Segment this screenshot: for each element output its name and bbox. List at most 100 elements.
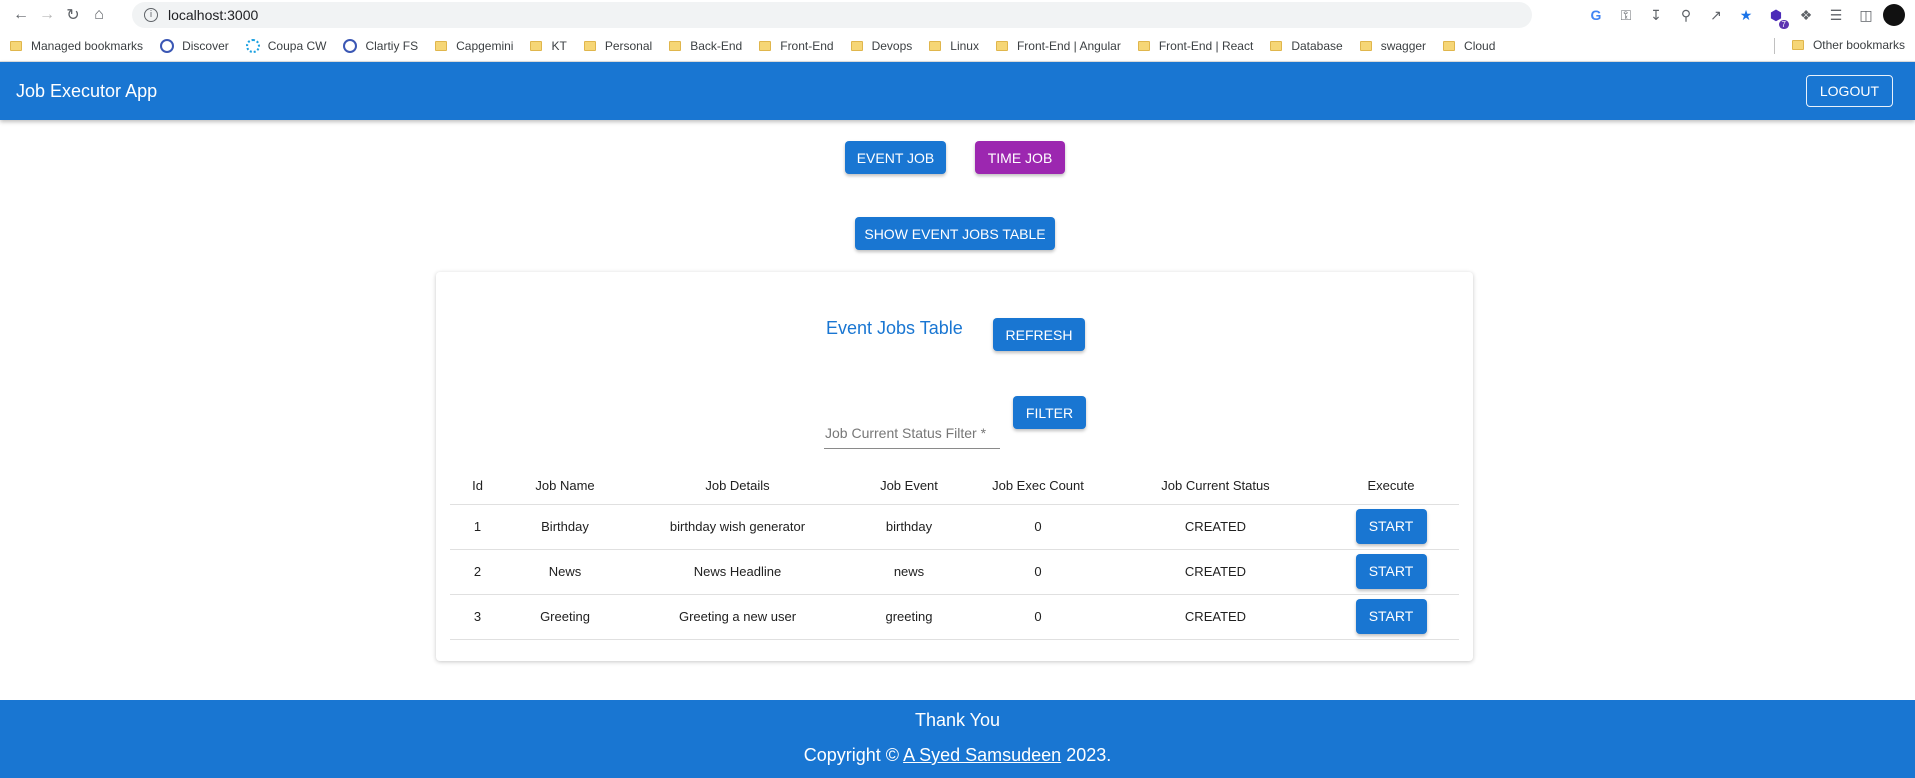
cell-job-details: News Headline	[625, 549, 850, 595]
bookmark-label: Back-End	[690, 38, 743, 53]
footer-thanks: Thank You	[914, 710, 1001, 730]
bookmark-item[interactable]: Cloud	[1443, 39, 1495, 53]
other-bookmarks[interactable]: Other bookmarks	[1791, 38, 1905, 52]
author-link[interactable]: A Syed Samsudeen	[903, 745, 1061, 765]
refresh-button[interactable]: REFRESH	[993, 318, 1085, 351]
bookmark-item[interactable]: Discover	[160, 38, 229, 53]
reading-list-icon[interactable]: ☰	[1825, 4, 1847, 26]
bookmark-item[interactable]: Coupa CW	[245, 38, 326, 53]
app-title: Job Executor App	[16, 80, 158, 101]
folder-icon	[1137, 40, 1150, 51]
bookmark-item[interactable]: Linux	[929, 39, 979, 53]
status-filter-label: Job Current Status Filter *	[825, 425, 987, 441]
cell-job-status: CREATED	[1108, 504, 1323, 550]
install-icon[interactable]: ↧	[1645, 4, 1667, 26]
cell-job-event: birthday	[850, 504, 968, 550]
bookmark-label: Cloud	[1464, 38, 1496, 53]
folder-icon	[1443, 40, 1456, 51]
card-title: Event Jobs Table	[826, 318, 963, 338]
page-footer: Thank You Copyright © A Syed Samsudeen 2…	[0, 700, 1915, 778]
bookmark-item[interactable]: swagger	[1359, 38, 1427, 53]
footer-copyright: Copyright © A Syed Samsudeen 2023.	[0, 745, 1915, 766]
cell-job-name: Greeting	[505, 594, 625, 640]
cell-job-exec-count: 0	[968, 549, 1108, 595]
bookmarks-separator	[1774, 38, 1775, 54]
extension-badge-icon[interactable]: ⬢ 7	[1765, 4, 1789, 29]
url-text: localhost:3000	[168, 7, 259, 23]
bookmark-label: Linux	[950, 38, 979, 53]
other-bookmarks-label: Other bookmarks	[1812, 38, 1905, 52]
cell-execute: START	[1323, 504, 1459, 550]
coupa-icon	[245, 38, 260, 53]
bookmark-label: Managed bookmarks	[31, 38, 144, 53]
start-button[interactable]: START	[1355, 509, 1427, 544]
cell-job-event: greeting	[850, 594, 968, 640]
cell-job-event: news	[850, 549, 968, 595]
bookmark-label: Capgemini	[456, 38, 514, 53]
home-icon[interactable]: ⌂	[86, 2, 112, 28]
folder-icon	[995, 40, 1008, 51]
bookmark-star-icon[interactable]: ★	[1735, 4, 1757, 26]
cell-id: 1	[450, 504, 505, 550]
bookmark-label: swagger	[1380, 38, 1427, 53]
copyright-suffix: 2023.	[1061, 745, 1112, 765]
bookmark-item[interactable]: Front-End | Angular	[995, 39, 1121, 53]
folder-icon	[1791, 40, 1804, 50]
filter-button[interactable]: FILTER	[1013, 396, 1086, 429]
cell-job-name: News	[505, 549, 625, 595]
start-button[interactable]: START	[1355, 599, 1427, 634]
table-row: 3 Greeting Greeting a new user greeting …	[450, 594, 1459, 640]
table-header-row: Id Job Name Job Details Job Event Job Ex…	[450, 468, 1459, 505]
site-info-icon[interactable]: i	[144, 8, 158, 22]
clarity-icon	[343, 38, 358, 53]
bookmark-item[interactable]: Devops	[850, 39, 912, 53]
browser-toolbar: ← → ↻ ⌂ i localhost:3000 G ⚿ ↧ ⚲ ↗ ★ ⬢ 7 …	[0, 0, 1915, 30]
puzzle-icon[interactable]: ❖	[1795, 4, 1817, 26]
bookmark-item[interactable]: Capgemini	[435, 39, 513, 53]
bookmark-item[interactable]: Clartiy FS	[343, 38, 418, 53]
column-header-job-current-status: Job Current Status	[1108, 468, 1323, 505]
google-icon[interactable]: G	[1585, 4, 1607, 26]
bookmark-label: Discover	[182, 38, 229, 53]
folder-icon	[10, 40, 22, 51]
extension-area: G ⚿ ↧ ⚲ ↗ ★ ⬢ 7 ❖ ☰ ◫	[1585, 4, 1877, 29]
bookmark-label: Front-End | React	[1158, 38, 1254, 53]
cell-job-exec-count: 0	[968, 594, 1108, 640]
bookmark-item[interactable]: Managed bookmarks	[10, 39, 143, 53]
key-icon[interactable]: ⚿	[1615, 4, 1637, 26]
bookmark-item[interactable]: Personal	[583, 39, 652, 53]
cell-job-details: Greeting a new user	[625, 594, 850, 640]
logout-button[interactable]: LOGOUT	[1805, 75, 1893, 107]
bookmark-label: Database	[1291, 38, 1343, 53]
table-row: 2 News News Headline news 0 CREATED STAR…	[450, 549, 1459, 595]
table-row: 1 Birthday birthday wish generator birth…	[450, 504, 1459, 550]
zoom-icon[interactable]: ⚲	[1675, 4, 1697, 26]
main-content: EVENT JOB TIME JOB SHOW EVENT JOBS TABLE…	[0, 120, 1915, 696]
back-arrow-icon[interactable]: ←	[8, 2, 34, 28]
bookmark-item[interactable]: Front-End	[759, 38, 834, 53]
copyright-prefix: Copyright ©	[803, 745, 904, 765]
bookmark-item[interactable]: KT	[530, 38, 567, 53]
status-filter-input[interactable]: Job Current Status Filter *	[824, 417, 1000, 449]
bookmark-item[interactable]: Back-End	[669, 39, 742, 53]
bookmark-label: KT	[551, 38, 567, 53]
discover-icon	[160, 38, 175, 53]
column-header-job-exec-count: Job Exec Count	[968, 468, 1108, 505]
share-icon[interactable]: ↗	[1705, 4, 1727, 26]
time-job-button[interactable]: TIME JOB	[975, 141, 1065, 174]
start-button[interactable]: START	[1355, 554, 1427, 589]
event-job-button[interactable]: EVENT JOB	[845, 141, 946, 174]
forward-arrow-icon[interactable]: →	[34, 2, 60, 28]
bookmark-label: Front-End	[780, 38, 834, 53]
bookmark-item[interactable]: Front-End | React	[1137, 38, 1254, 53]
reload-icon[interactable]: ↻	[60, 2, 86, 28]
side-panel-icon[interactable]: ◫	[1855, 4, 1877, 26]
event-jobs-card: Event Jobs Table REFRESH Job Current Sta…	[436, 272, 1473, 661]
folder-icon	[583, 40, 596, 51]
folder-icon	[435, 40, 448, 51]
bookmark-item[interactable]: Database	[1270, 38, 1343, 53]
show-event-jobs-table-button[interactable]: SHOW EVENT JOBS TABLE	[855, 217, 1055, 250]
address-bar[interactable]: i localhost:3000	[132, 2, 1532, 28]
cell-job-status: CREATED	[1108, 549, 1323, 595]
profile-avatar[interactable]	[1883, 4, 1905, 26]
